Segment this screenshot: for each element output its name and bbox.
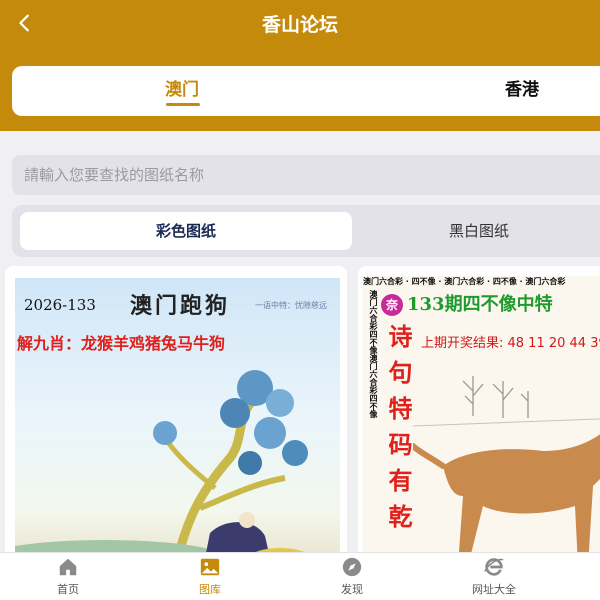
poem-text: 诗句特码有乾	[384, 324, 413, 540]
side-border-text: 澳门六合彩四不像澳门六合彩四不像	[369, 290, 378, 418]
dog-illustration	[413, 376, 600, 566]
nav-links-label: 网址大全	[472, 583, 516, 596]
tree-illustration	[15, 370, 310, 566]
nav-home[interactable]: 首页	[23, 555, 113, 600]
search-input[interactable]	[12, 155, 600, 195]
drawing-thumbnail[interactable]: 澳门六合彩 · 四不像 · 澳门六合彩 · 四不像 · 澳门六合彩 澳门六合彩四…	[363, 276, 600, 566]
color-drawings-tab[interactable]: 彩色图纸	[20, 212, 352, 250]
drawing-tag: 一语中特：忧隙慈远	[255, 301, 327, 310]
nav-gallery[interactable]: 图库	[165, 555, 255, 600]
app-header: 香山论坛 澳门 香港	[0, 0, 600, 131]
drawing-banner: 奈 133期四不像中特	[381, 290, 600, 316]
home-icon	[59, 558, 77, 576]
image-icon	[200, 558, 220, 576]
tab-macau-label: 澳门	[165, 80, 199, 100]
bottom-navigation: 首页 图库 发现 网址大全	[0, 552, 600, 600]
nav-links[interactable]: 网址大全	[449, 555, 539, 600]
bw-drawings-tab[interactable]: 黑白图纸	[354, 212, 600, 250]
drawing-card[interactable]: 澳门六合彩 · 四不像 · 澳门六合彩 · 四不像 · 澳门六合彩 澳门六合彩四…	[358, 266, 600, 566]
compass-icon	[342, 557, 362, 577]
nav-discover[interactable]: 发现	[307, 555, 397, 600]
drawing-type-switch: 彩色图纸 黑白图纸	[12, 205, 600, 257]
search-bar	[12, 155, 600, 195]
browser-icon	[484, 558, 504, 576]
tab-macau[interactable]: 澳门	[142, 66, 222, 116]
nav-home-label: 首页	[57, 583, 79, 596]
tab-hongkong[interactable]: 香港	[482, 66, 562, 116]
tab-hongkong-label: 香港	[505, 80, 539, 100]
page-title: 香山论坛	[261, 14, 338, 36]
logo-badge: 奈	[381, 294, 403, 316]
nav-gallery-label: 图库	[199, 583, 221, 596]
active-tab-indicator	[166, 103, 200, 106]
drawing-thumbnail[interactable]: 2026-133 澳门跑狗 一语中特：忧隙慈远 解九肖：龙猴羊鸡猪兔马牛狗	[15, 278, 340, 566]
nav-discover-label: 发现	[341, 583, 363, 596]
last-result-text: 上期开奖结果: 48 11 20 44 39 35	[421, 336, 600, 351]
drawing-card[interactable]: 2026-133 澳门跑狗 一语中特：忧隙慈远 解九肖：龙猴羊鸡猪兔马牛狗	[5, 266, 347, 566]
drawing-name: 澳门跑狗	[130, 293, 231, 319]
border-text: 澳门六合彩 · 四不像 · 澳门六合彩 · 四不像 · 澳门六合彩	[363, 277, 566, 286]
zodiac-text: 解九肖：龙猴羊鸡猪兔马牛狗	[17, 334, 226, 353]
issue-number: 2026-133	[24, 296, 96, 314]
banner-text: 133期四不像中特	[407, 294, 553, 315]
region-tab-bar: 澳门 香港	[12, 66, 600, 116]
